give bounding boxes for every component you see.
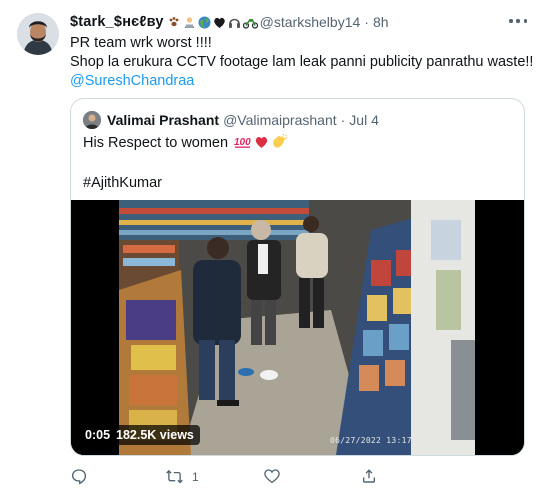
reply-icon bbox=[70, 467, 88, 488]
tweet-text: PR team wrk worst !!!! Shop la erukura C… bbox=[70, 34, 534, 91]
more-options-icon[interactable] bbox=[509, 13, 527, 29]
header-separator: · bbox=[364, 14, 369, 30]
video-stats-badge: 0:05 182.5K views bbox=[79, 425, 200, 445]
video-player[interactable]: 0:05 182.5K views 06/27/2022 13:17:18 bbox=[71, 200, 524, 455]
reply-button[interactable] bbox=[70, 467, 88, 488]
headphones-icon bbox=[228, 16, 241, 29]
like-button[interactable] bbox=[263, 467, 281, 488]
hundred-points-icon: 100 bbox=[234, 134, 252, 155]
author-display-name[interactable]: $tark_$нєℓву bbox=[70, 14, 164, 30]
quoted-display-name: Valimai Prashant bbox=[107, 112, 220, 128]
paw-prints-icon bbox=[168, 16, 181, 29]
motorcycle-icon bbox=[242, 16, 258, 29]
quoted-tweet[interactable]: Valimai Prashant @Valimaiprashant · Jul … bbox=[70, 98, 525, 456]
video-frame bbox=[71, 200, 524, 455]
tweet-actions: 1 bbox=[70, 466, 510, 488]
globe-icon bbox=[198, 16, 211, 29]
red-heart-icon bbox=[254, 135, 269, 155]
avatar-image bbox=[17, 13, 59, 55]
mention-link[interactable]: @SureshChandraa bbox=[70, 72, 530, 91]
clapping-hands-icon bbox=[271, 133, 288, 155]
retweet-button[interactable]: 1 bbox=[165, 467, 199, 488]
quoted-author-avatar bbox=[83, 111, 101, 129]
share-icon bbox=[360, 467, 378, 488]
profile-emoji-row bbox=[168, 16, 258, 29]
retweet-count: 1 bbox=[192, 470, 199, 484]
quoted-header: Valimai Prashant @Valimaiprashant · Jul … bbox=[107, 111, 379, 129]
tweet-header: $tark_$нєℓву @starkshelby14 · 8h bbox=[70, 12, 529, 32]
author-avatar[interactable] bbox=[17, 13, 59, 55]
svg-text:100: 100 bbox=[234, 137, 251, 148]
tweet-timestamp[interactable]: 8h bbox=[373, 14, 389, 30]
quoted-handle: @Valimaiprashant bbox=[223, 112, 337, 128]
retweet-icon bbox=[165, 467, 184, 488]
man-technologist-icon bbox=[183, 16, 196, 29]
quoted-separator: · bbox=[340, 112, 346, 128]
heart-icon bbox=[263, 467, 281, 488]
tweet-text-line: Shop la erukura CCTV footage lam leak pa… bbox=[70, 54, 534, 70]
quoted-date: Jul 4 bbox=[349, 112, 379, 128]
video-duration: 0:05 bbox=[85, 428, 111, 442]
tweet-text-line: PR team wrk worst !!!! bbox=[70, 35, 212, 51]
quoted-text: His Respect to women 100 #AjithKumar bbox=[83, 133, 288, 193]
quoted-hashtag[interactable]: #AjithKumar bbox=[83, 174, 287, 193]
share-button[interactable] bbox=[360, 467, 378, 488]
tweet-card[interactable]: $tark_$нєℓву @starkshelby14 · 8h PR team… bbox=[0, 0, 541, 494]
cctv-timestamp: 06/27/2022 13:17:18 bbox=[330, 436, 428, 445]
author-handle[interactable]: @starkshelby14 bbox=[260, 14, 361, 30]
quoted-text-line: His Respect to women bbox=[83, 135, 229, 151]
black-heart-icon bbox=[213, 16, 226, 29]
video-views: 182.5K views bbox=[116, 428, 194, 442]
